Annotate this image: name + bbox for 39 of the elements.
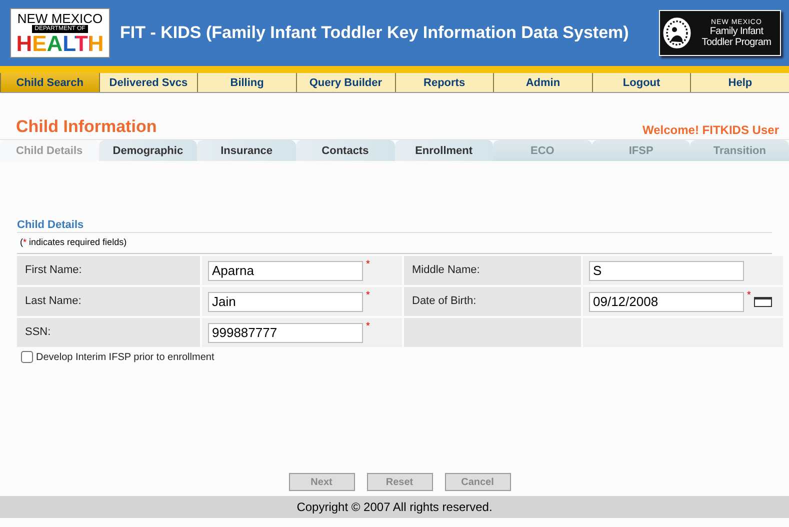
field-label: Last Name:: [17, 287, 200, 316]
logo-text: Family Infant: [710, 26, 764, 36]
text-field[interactable]: S: [589, 260, 744, 280]
page-title: Child Information: [16, 117, 157, 137]
text-field[interactable]: 09/12/2008: [589, 292, 744, 312]
text-field[interactable]: 999887777: [208, 322, 363, 342]
nav-tab[interactable]: Child Search: [0, 73, 99, 92]
checkbox[interactable]: [21, 351, 33, 363]
field-label: First Name:: [17, 256, 200, 285]
required-note: (* indicates required fields): [20, 237, 128, 247]
calendar-icon[interactable]: [754, 296, 772, 306]
seal-icon: [662, 15, 692, 51]
field-label: Middle Name:: [404, 256, 581, 285]
required-mark: *: [366, 290, 370, 301]
logo-text: Toddler Program: [702, 36, 772, 48]
app-title: FIT - KIDS (Family Infant Toddler Key Information Data System): [119, 23, 630, 43]
text-field[interactable]: Aparna: [208, 260, 363, 280]
section-title: Child Details: [17, 219, 772, 233]
tab[interactable]: Enrollment: [394, 140, 494, 161]
welcome-text: Welcome! FITKIDS User: [642, 123, 779, 137]
nav-tab[interactable]: Reports: [394, 73, 494, 92]
tab[interactable]: Contacts: [296, 140, 394, 161]
nav-tab[interactable]: Billing: [197, 73, 296, 92]
required-mark: *: [747, 290, 751, 301]
tab[interactable]: Demographic: [98, 140, 198, 161]
required-mark: *: [366, 321, 370, 332]
text-field[interactable]: Jain: [208, 292, 363, 312]
nav-tab[interactable]: Admin: [493, 73, 592, 92]
field-label: Date of Birth:: [404, 287, 581, 316]
footer-text: Copyright © 2007 All rights reserved.: [0, 496, 789, 518]
field-label: SSN:: [17, 318, 200, 347]
required-mark: *: [366, 259, 370, 270]
nav-tab[interactable]: Logout: [592, 73, 690, 92]
logo-text: NEW MEXICO: [17, 12, 103, 24]
nav-tab[interactable]: Query Builder: [296, 73, 394, 92]
nav-tab[interactable]: Delivered Svcs: [98, 73, 198, 92]
checkbox-label: Develop Interim IFSP prior to enrollment: [36, 352, 214, 362]
nav-tab[interactable]: Help: [690, 73, 789, 92]
tab[interactable]: Insurance: [197, 140, 296, 161]
